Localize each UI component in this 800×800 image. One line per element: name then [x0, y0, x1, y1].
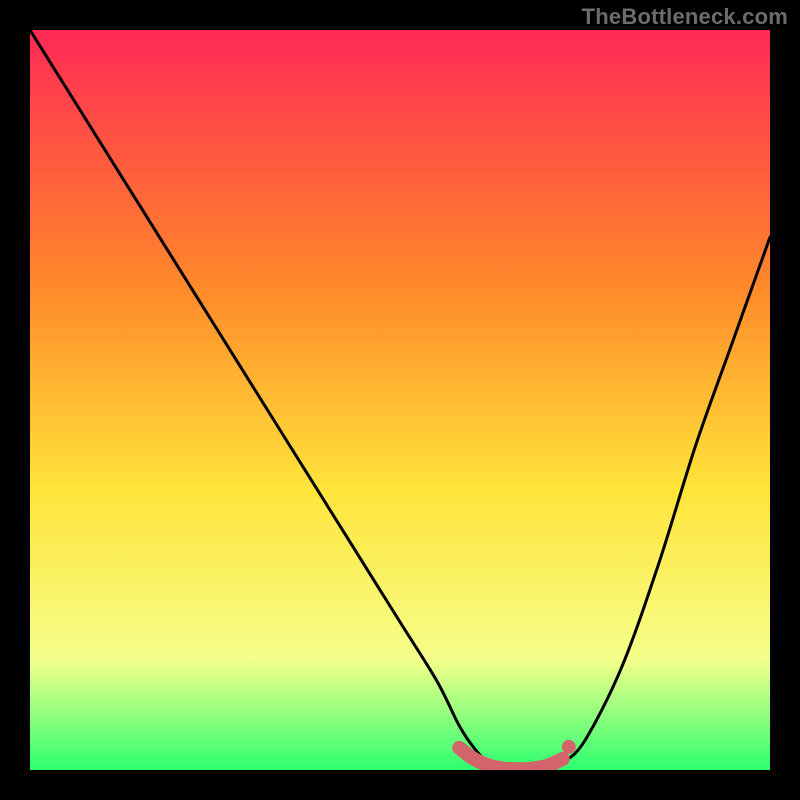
gradient-background [30, 30, 770, 770]
plot-area [30, 30, 770, 770]
chart-frame: TheBottleneck.com [0, 0, 800, 800]
optimal-range-end-dot [562, 740, 576, 754]
watermark-text: TheBottleneck.com [582, 4, 788, 30]
chart-svg [30, 30, 770, 770]
